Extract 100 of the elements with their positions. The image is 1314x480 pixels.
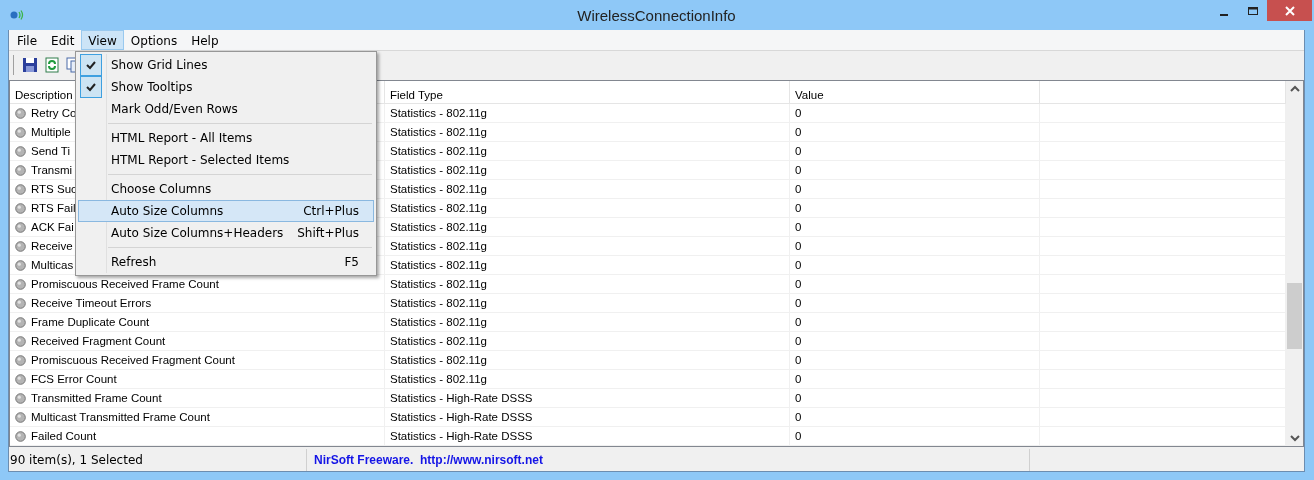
table-cell: 0 [795,411,802,423]
table-cell: Statistics - 802.11g [390,316,487,328]
status-dot-icon [15,430,26,442]
table-cell: 0 [795,183,802,195]
table-cell: FCS Error Count [31,373,117,385]
table-cell: Multiple [31,126,71,138]
status-dot-icon [15,107,26,119]
table-cell: 0 [795,278,802,290]
table-cell: 0 [795,240,802,252]
table-cell: 0 [795,335,802,347]
status-link[interactable]: NirSoft Freeware. http://www.nirsoft.net [314,453,543,467]
table-cell: Statistics - 802.11g [390,240,487,252]
table-cell: ACK Fai [31,221,74,233]
table-cell: 0 [795,202,802,214]
table-cell: Statistics - 802.11g [390,107,487,119]
menu-option[interactable]: Show Tooltips [78,76,374,98]
minimize-icon [1219,13,1228,16]
table-cell: Promiscuous Received Fragment Count [31,354,235,366]
table-cell: Receive [31,240,73,252]
table-cell: Transmi [31,164,73,176]
table-cell: 0 [795,392,802,404]
status-dot-icon [15,316,26,328]
menu-item[interactable]: Help [184,30,226,50]
menu-option[interactable]: HTML Report - All Items [78,127,374,149]
status-dot-icon [15,221,26,233]
close-icon [1284,5,1295,16]
table-cell: Statistics - 802.11g [390,259,487,271]
column-header[interactable]: Field Type [385,81,790,103]
table-cell: 0 [795,354,802,366]
status-dot-icon [15,297,26,309]
table-cell: Statistics - 802.11g [390,164,487,176]
refresh-icon[interactable] [44,57,60,73]
table-cell: Send Ti [31,145,70,157]
menu-option[interactable]: Show Grid Lines [78,54,374,76]
table-cell: 0 [795,316,802,328]
table-cell: RTS Fail [31,202,76,214]
table-cell: 0 [795,145,802,157]
table-cell: Statistics - High-Rate DSSS [390,411,533,423]
menu-option[interactable]: Choose Columns [78,178,374,200]
table-cell: Failed Count [31,430,97,442]
table-cell: Statistics - 802.11g [390,221,487,233]
table-cell: Promiscuous Received Frame Count [31,278,219,290]
table-cell: Statistics - 802.11g [390,373,487,385]
table-cell: Receive Timeout Errors [31,297,152,309]
status-dot-icon [15,373,26,385]
table-cell: Statistics - High-Rate DSSS [390,392,533,404]
table-cell: Statistics - 802.11g [390,126,487,138]
table-cell: 0 [795,164,802,176]
table-cell: 0 [795,373,802,385]
menu-item[interactable]: View [81,30,124,50]
status-dot-icon [15,278,26,290]
status-dot-icon [15,259,26,271]
status-dot-icon [15,126,26,138]
table-cell: Received Fragment Count [31,335,166,347]
menu-item[interactable]: Options [123,30,185,50]
table-cell: Statistics - 802.11g [390,183,487,195]
table-cell: Statistics - 802.11g [390,278,487,290]
table-cell: Statistics - 802.11g [390,297,487,309]
table-cell: 0 [795,107,802,119]
save-icon[interactable] [22,57,38,73]
table-cell: Statistics - 802.11g [390,354,487,366]
status-dot-icon [15,392,26,404]
table-cell: Statistics - 802.11g [390,145,487,157]
scrollbar-thumb[interactable] [1287,283,1302,349]
menu-item[interactable]: File [10,30,45,50]
close-button[interactable] [1267,0,1312,21]
table-cell: Frame Duplicate Count [31,316,150,328]
menu-option[interactable]: HTML Report - Selected Items [78,149,374,171]
table-cell: Statistics - High-Rate DSSS [390,430,533,442]
table-cell: 0 [795,259,802,271]
scroll-down-icon[interactable] [1289,434,1300,442]
status-dot-icon [15,164,26,176]
table-cell: 0 [795,221,802,233]
table-cell: Statistics - 802.11g [390,202,487,214]
status-dot-icon [15,411,26,423]
status-dot-icon [15,145,26,157]
table-cell: Statistics - 802.11g [390,335,487,347]
window-title: WirelessConnectionInfo [577,7,736,24]
scroll-up-icon[interactable] [1289,85,1300,93]
table-cell: Transmitted Frame Count [31,392,162,404]
status-dot-icon [15,183,26,195]
table-cell: 0 [795,126,802,138]
status-dot-icon [15,240,26,252]
column-header[interactable]: Value [790,81,1040,103]
status-dot-icon [15,335,26,347]
menu-option[interactable]: Mark Odd/Even Rows [78,98,374,120]
table-cell: Multicast Transmitted Frame Count [31,411,210,423]
menu-option[interactable]: Auto Size Columns Ctrl+Plus [78,200,374,222]
status-dot-icon [15,202,26,214]
app-icon [10,10,24,20]
maximize-icon [1247,5,1258,16]
status-dot-icon [15,354,26,366]
scrollbar[interactable] [1286,81,1303,446]
table-cell: Multicas [31,259,74,271]
table-cell: 0 [795,430,802,442]
status-text: 90 item(s), 1 Selected [9,453,144,467]
menu-option[interactable]: Refresh F5 [78,251,374,273]
table-cell: 0 [795,297,802,309]
menu-option[interactable]: Auto Size Columns+Headers Shift+Plus [78,222,374,244]
menu-item[interactable]: Edit [44,30,82,50]
